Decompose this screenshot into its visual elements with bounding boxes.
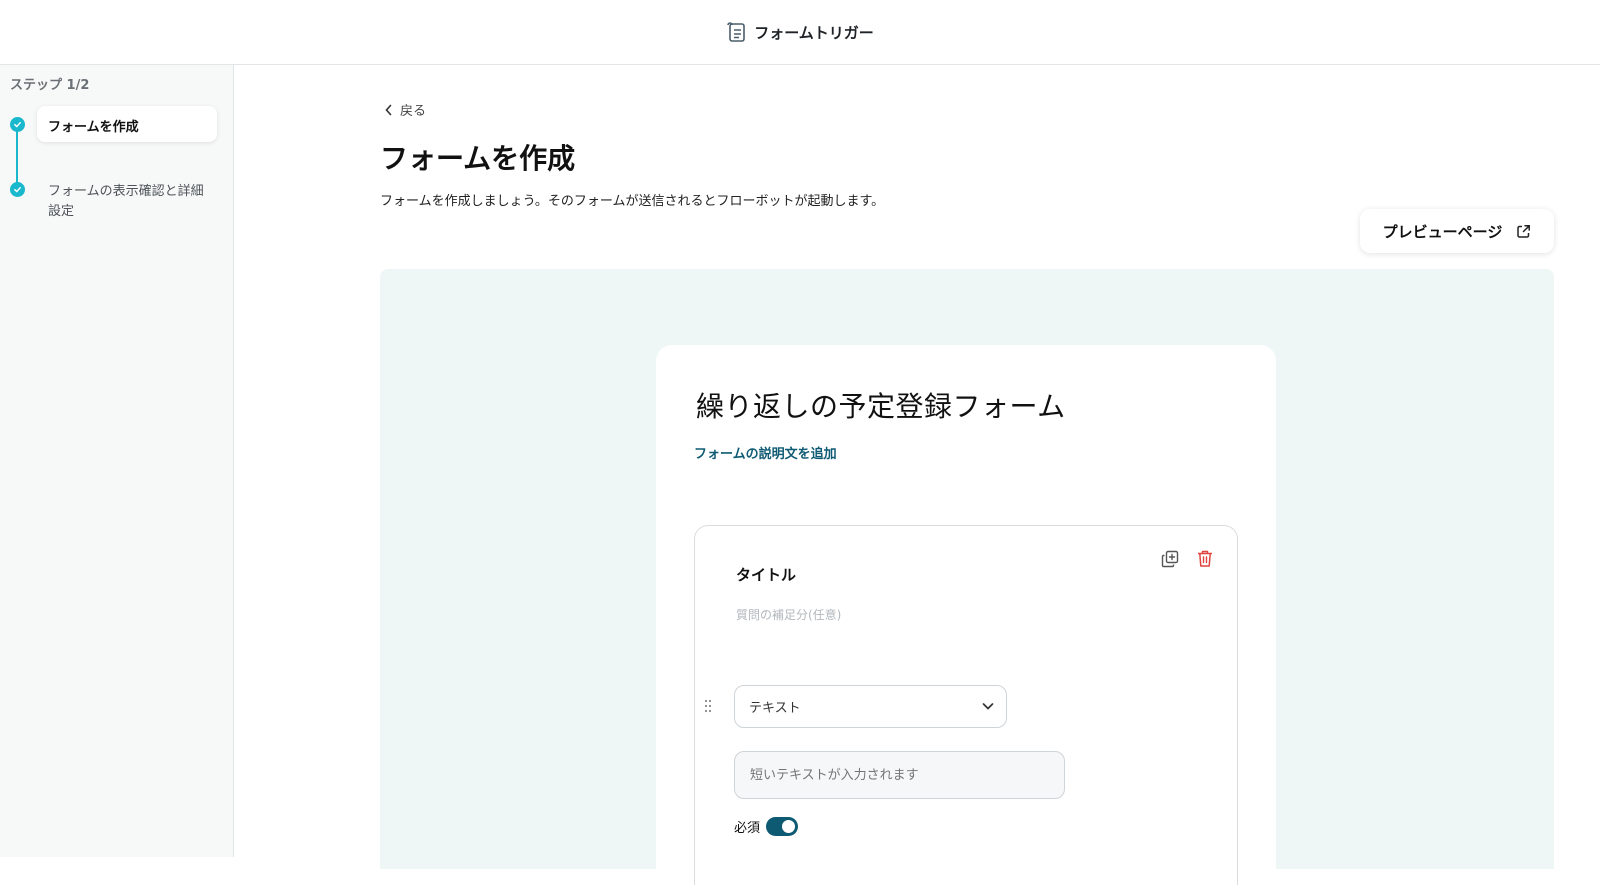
add-description-link[interactable]: フォームの説明文を追加 — [694, 443, 837, 462]
chevron-down-icon — [982, 703, 994, 710]
step-sidebar: ステップ 1/2 フォームを作成 フォームの表示確認と詳細設定 — [0, 65, 234, 857]
app-title: フォームトリガー — [726, 21, 874, 43]
check-icon — [10, 117, 25, 132]
check-icon — [10, 182, 25, 197]
question-card: タイトル 質問の補足分(任意) テキスト 短いテキストが入力されます 必須 — [694, 525, 1238, 885]
form-list-icon — [727, 22, 746, 42]
form-card: 繰り返しの予定登録フォーム フォームの説明文を追加 タイトル 質問の補足分(任意… — [656, 345, 1276, 885]
app-title-text: フォームトリガー — [754, 23, 874, 42]
step-connector — [16, 125, 18, 188]
question-help-field[interactable]: 質問の補足分(任意) — [736, 606, 841, 623]
trash-icon[interactable] — [1196, 549, 1214, 568]
step-counter: ステップ 1/2 — [10, 78, 90, 93]
main-content: 戻る フォームを作成 フォームを作成しましょう。そのフォームが送信されるとフロー… — [234, 65, 1600, 885]
question-type-value: テキスト — [749, 701, 801, 716]
chevron-left-icon — [385, 104, 392, 115]
top-bar: フォームトリガー — [0, 0, 1600, 65]
step-preview-settings[interactable]: フォームの表示確認と詳細設定 — [48, 182, 208, 222]
short-text-answer-input[interactable] — [734, 751, 1065, 799]
required-setting: 必須 — [734, 817, 799, 836]
toggle-knob — [782, 820, 796, 833]
page-description: フォームを作成しましょう。そのフォームが送信されるとフローボットが起動します。 — [380, 194, 885, 209]
form-title[interactable]: 繰り返しの予定登録フォーム — [696, 385, 1066, 425]
duplicate-icon[interactable] — [1161, 550, 1179, 568]
external-link-icon — [1517, 224, 1531, 238]
drag-handle-icon[interactable] — [703, 699, 713, 713]
back-button[interactable]: 戻る — [384, 100, 426, 119]
step-create-form[interactable]: フォームを作成 — [37, 106, 217, 142]
question-title[interactable]: タイトル — [736, 564, 796, 585]
required-label: 必須 — [734, 821, 761, 836]
preview-page-label: プレビューページ — [1382, 222, 1503, 241]
required-toggle[interactable] — [766, 817, 799, 836]
form-editor-canvas: 繰り返しの予定登録フォーム フォームの説明文を追加 タイトル 質問の補足分(任意… — [380, 269, 1554, 885]
preview-page-button[interactable]: プレビューページ — [1360, 209, 1554, 253]
question-type-select[interactable]: テキスト — [734, 685, 1007, 728]
page-title: フォームを作成 — [380, 142, 576, 175]
back-label: 戻る — [400, 104, 427, 119]
